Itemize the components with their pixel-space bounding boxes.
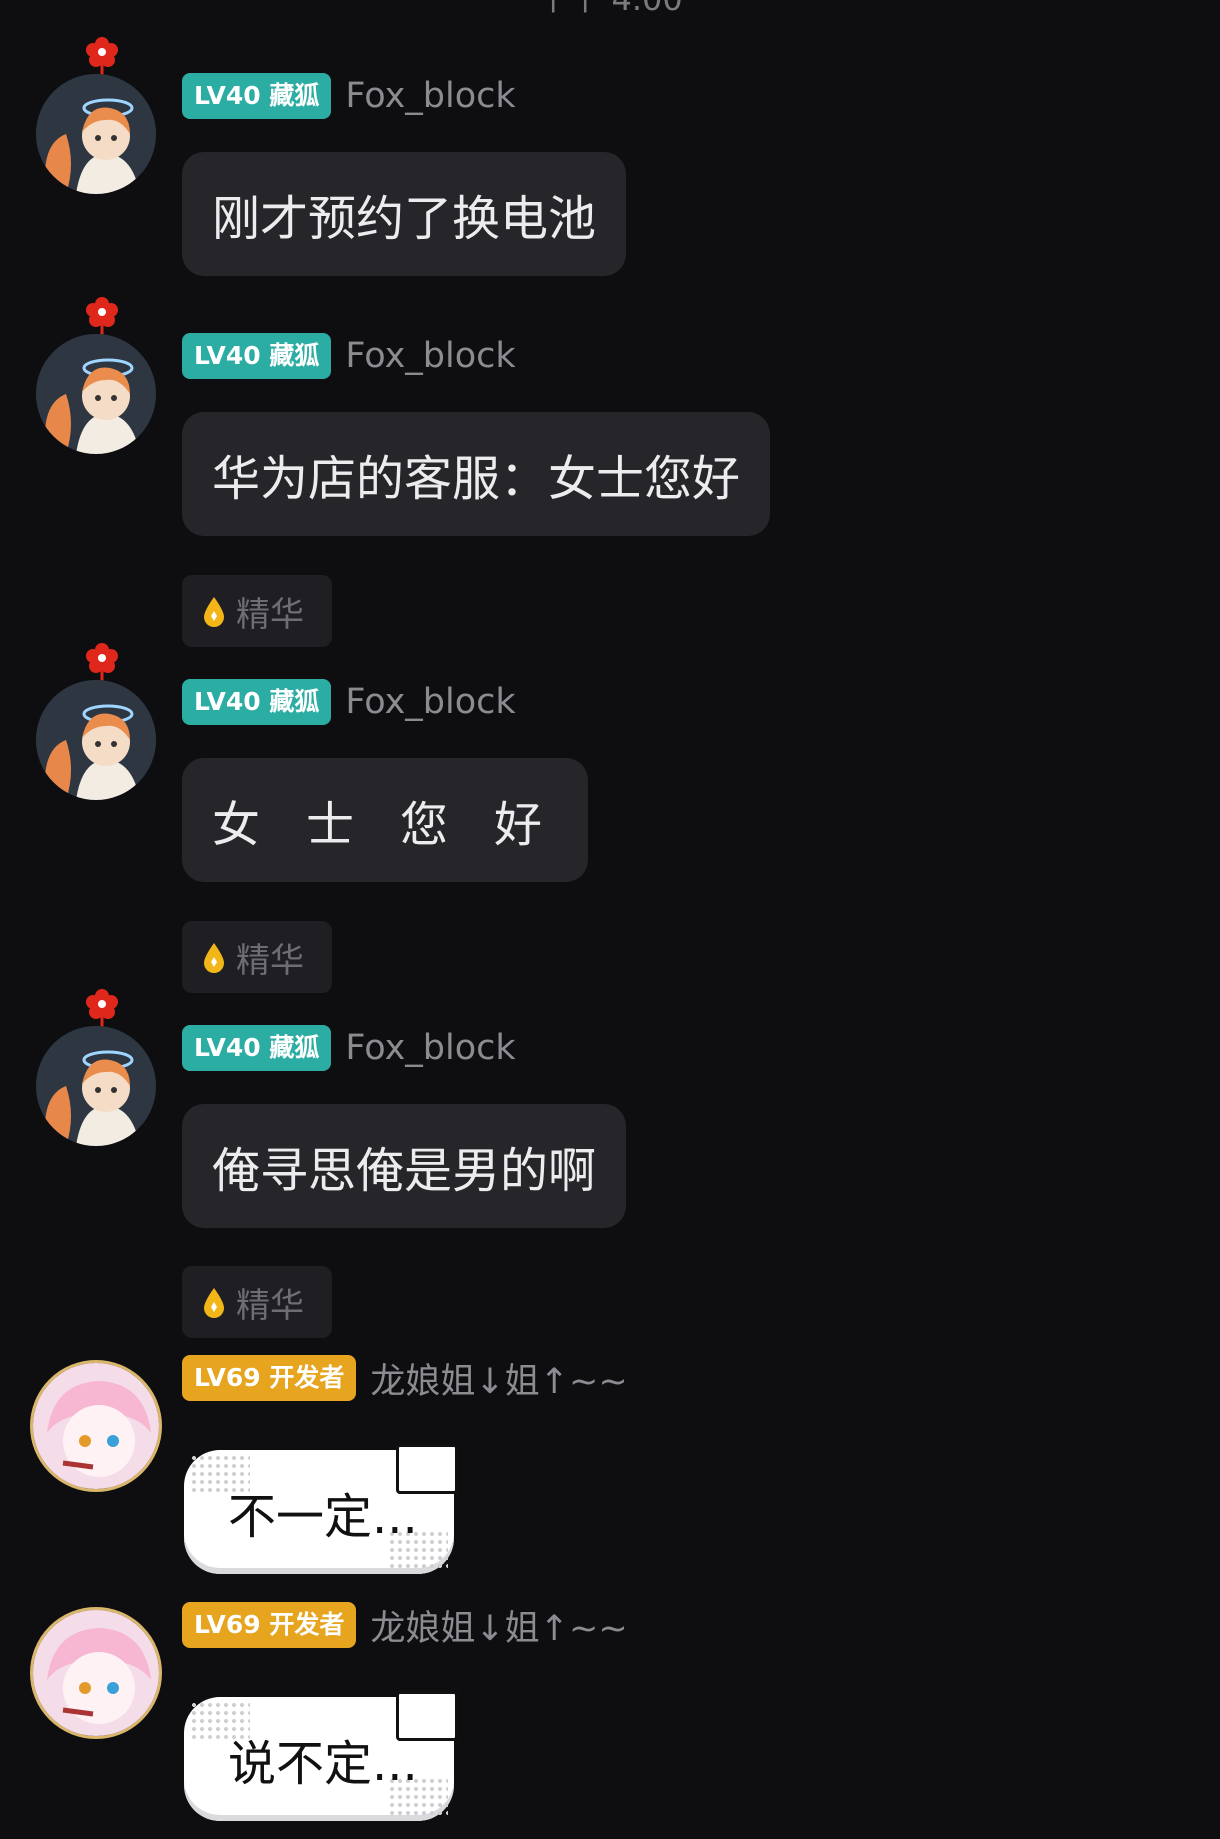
message-bubble[interactable]: 俺寻思俺是男的啊 <box>182 1104 627 1228</box>
level-badge: LV69 开发者 <box>182 1602 357 1648</box>
avatar[interactable] <box>36 680 156 800</box>
message-header: LV40 藏狐 Fox_block <box>182 678 516 726</box>
message-header: LV40 藏狐 Fox_block <box>182 332 516 380</box>
username[interactable]: Fox_block <box>345 336 515 376</box>
message-text: 说不定... <box>228 1736 418 1792</box>
flower-icon <box>86 989 118 1030</box>
essence-label: 精华 <box>236 1285 304 1326</box>
avatar[interactable] <box>36 334 156 454</box>
avatar-wrap <box>36 294 158 454</box>
level-badge: LV40 藏狐 <box>182 679 332 725</box>
droplet-icon <box>204 597 224 627</box>
avatar-wrap <box>36 986 158 1146</box>
username[interactable]: Fox_block <box>345 682 515 722</box>
avatar-wrap <box>30 1567 162 1739</box>
message-bubble[interactable]: 说不定... <box>184 1691 458 1821</box>
message-header: LV69 开发者 龙娘姐↓姐↑~~ <box>182 1354 628 1402</box>
message-header: LV69 开发者 龙娘姐↓姐↑~~ <box>182 1601 628 1649</box>
level-badge: LV69 开发者 <box>182 1355 357 1401</box>
username[interactable]: 龙娘姐↓姐↑~~ <box>370 1600 627 1651</box>
message-bubble[interactable]: 华为店的客服：女士您好 <box>182 412 771 536</box>
avatar[interactable] <box>36 74 156 194</box>
message-text: 不一定... <box>228 1489 418 1545</box>
droplet-icon <box>204 1288 224 1318</box>
essence-tag[interactable]: 精华 <box>182 1266 332 1338</box>
message-bubble[interactable]: 刚才预约了换电池 <box>182 152 627 276</box>
flower-icon <box>86 643 118 684</box>
level-badge: LV40 藏狐 <box>182 1025 332 1071</box>
avatar[interactable] <box>36 1026 156 1146</box>
flower-icon <box>86 297 118 338</box>
level-badge: LV40 藏狐 <box>182 73 332 119</box>
level-badge: LV40 藏狐 <box>182 333 332 379</box>
avatar-wrap <box>36 34 158 194</box>
flower-icon <box>86 37 118 78</box>
message-bubble[interactable]: 不一定... <box>184 1444 458 1574</box>
avatar-wrap <box>30 1320 162 1492</box>
username[interactable]: Fox_block <box>345 1028 515 1068</box>
avatar[interactable] <box>30 1360 162 1492</box>
avatar-wrap <box>36 640 158 800</box>
essence-tag[interactable]: 精华 <box>182 575 332 647</box>
top-clipped-label: 个个 4.00 <box>0 0 1220 20</box>
droplet-icon <box>204 943 224 973</box>
username[interactable]: Fox_block <box>345 76 515 116</box>
essence-tag[interactable]: 精华 <box>182 921 332 993</box>
essence-label: 精华 <box>236 594 304 635</box>
message-bubble[interactable]: 女士您好 <box>182 758 589 882</box>
message-header: LV40 藏狐 Fox_block <box>182 1024 516 1072</box>
username[interactable]: 龙娘姐↓姐↑~~ <box>370 1353 627 1404</box>
avatar[interactable] <box>30 1607 162 1739</box>
essence-label: 精华 <box>236 940 304 981</box>
message-header: LV40 藏狐 Fox_block <box>182 72 516 120</box>
